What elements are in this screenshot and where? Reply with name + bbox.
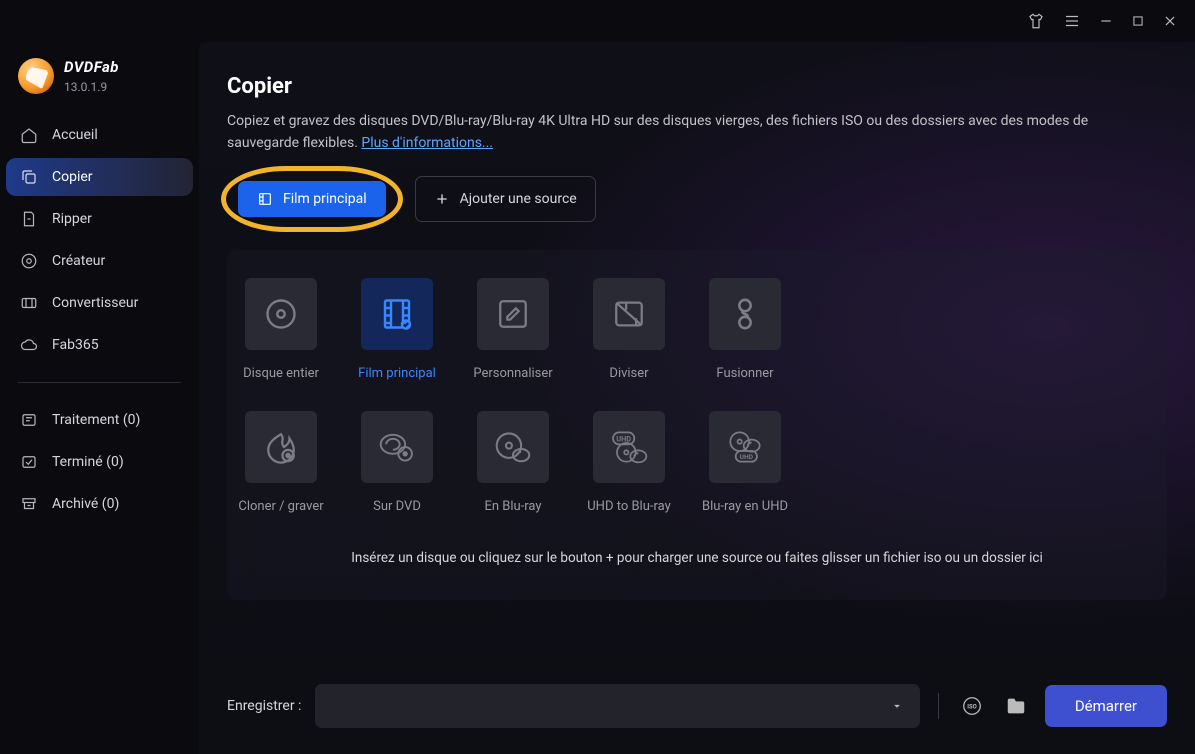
nav-status: Traitement (0) Terminé (0) Archivé (0)	[0, 397, 199, 527]
mode-uhd-to-bluray[interactable]: UHD UHD to Blu-ray	[593, 411, 665, 514]
destination-dropdown[interactable]	[315, 684, 919, 728]
film-principal-button[interactable]: Film principal	[238, 181, 386, 217]
mode-main-movie[interactable]: Film principal	[361, 278, 433, 381]
done-icon	[20, 453, 38, 471]
titlebar	[0, 0, 1195, 42]
page-description: Copiez et gravez des disques DVD/Blu-ray…	[227, 111, 1127, 154]
folder-icon[interactable]	[1001, 691, 1031, 721]
brand-version: 13.0.1.9	[64, 80, 119, 94]
footer: Enregistrer : ISO Démarrer	[199, 666, 1195, 754]
brand-logo-icon	[18, 58, 54, 94]
sidebar-item-label: Accueil	[52, 127, 98, 143]
plus-icon	[434, 191, 450, 207]
brand-name: DVDFab	[64, 58, 119, 76]
drop-hint: Insérez un disque ou cliquez sur le bout…	[245, 550, 1149, 572]
button-label: Film principal	[283, 191, 367, 207]
mode-label: En Blu-ray	[484, 499, 541, 514]
save-label: Enregistrer :	[227, 698, 301, 714]
mode-clone[interactable]: Cloner / graver	[245, 411, 317, 514]
sidebar-item-label: Copier	[52, 169, 93, 185]
merge-icon	[709, 278, 781, 350]
svg-text:ISO: ISO	[967, 703, 977, 710]
sidebar-item-label: Traitement (0)	[52, 412, 140, 428]
mode-label: Sur DVD	[373, 499, 421, 514]
sidebar-item-label: Archivé (0)	[52, 496, 119, 512]
iso-icon[interactable]: ISO	[957, 691, 987, 721]
mode-label: Personnaliser	[473, 366, 552, 381]
sidebar-item-processing[interactable]: Traitement (0)	[6, 401, 193, 439]
film-icon	[257, 191, 273, 207]
bluray-dvd-icon	[361, 411, 433, 483]
mode-split[interactable]: Diviser	[593, 278, 665, 381]
mode-bluray-to-uhd[interactable]: UHD Blu-ray en UHD	[709, 411, 781, 514]
sidebar-item-label: Ripper	[52, 211, 92, 227]
split-icon	[593, 278, 665, 350]
mode-customize[interactable]: Personnaliser	[477, 278, 549, 381]
modes-panel: Disque entier Film principal Personnalis…	[227, 250, 1167, 600]
processing-icon	[20, 411, 38, 429]
bluray-uhd-icon: UHD	[709, 411, 781, 483]
footer-divider	[938, 693, 939, 719]
film-strip-icon	[361, 278, 433, 350]
uhd-bluray-icon: UHD	[593, 411, 665, 483]
sidebar-item-home[interactable]: Accueil	[6, 116, 193, 154]
copy-icon	[20, 168, 38, 186]
maximize-icon[interactable]	[1131, 14, 1145, 28]
minimize-icon[interactable]	[1099, 14, 1113, 28]
sidebar-item-label: Terminé (0)	[52, 454, 124, 470]
creator-icon	[20, 252, 38, 270]
page-title: Copier	[227, 74, 1167, 99]
sidebar-item-label: Convertisseur	[52, 295, 138, 311]
disc-bluray-icon	[477, 411, 549, 483]
brand: DVDFab 13.0.1.9	[0, 48, 199, 112]
archive-icon	[20, 495, 38, 513]
action-row: Film principal Ajouter une source	[221, 176, 1167, 222]
close-icon[interactable]	[1163, 14, 1177, 28]
mode-label: Cloner / graver	[238, 499, 323, 514]
chevron-down-icon	[890, 699, 904, 713]
sidebar-item-done[interactable]: Terminé (0)	[6, 443, 193, 481]
sidebar-item-ripper[interactable]: Ripper	[6, 200, 193, 238]
mode-merge[interactable]: Fusionner	[709, 278, 781, 381]
nav-divider	[18, 382, 181, 383]
sidebar-item-copy[interactable]: Copier	[6, 158, 193, 196]
mode-label: Blu-ray en UHD	[702, 499, 788, 514]
highlight-ring: Film principal	[221, 166, 403, 232]
sidebar-item-fab365[interactable]: Fab365	[6, 326, 193, 364]
sidebar-item-creator[interactable]: Créateur	[6, 242, 193, 280]
cloud-icon	[20, 336, 38, 354]
sidebar-item-converter[interactable]: Convertisseur	[6, 284, 193, 322]
mode-label: UHD to Blu-ray	[587, 499, 671, 514]
mode-label: Diviser	[609, 366, 648, 381]
ripper-icon	[20, 210, 38, 228]
add-source-button[interactable]: Ajouter une source	[415, 176, 596, 222]
svg-text:UHD: UHD	[740, 453, 754, 461]
main: Copier Copiez et gravez des disques DVD/…	[199, 42, 1195, 754]
sidebar-item-archived[interactable]: Archivé (0)	[6, 485, 193, 523]
mode-label: Film principal	[358, 366, 436, 381]
mode-label: Fusionner	[716, 366, 773, 381]
button-label: Ajouter une source	[460, 191, 577, 207]
nav-main: Accueil Copier Ripper Créateur Convertis…	[0, 112, 199, 368]
tshirt-icon[interactable]	[1027, 12, 1045, 30]
mode-full-disc[interactable]: Disque entier	[245, 278, 317, 381]
mode-label: Disque entier	[243, 366, 319, 381]
edit-icon	[477, 278, 549, 350]
home-icon	[20, 126, 38, 144]
mode-to-dvd[interactable]: Sur DVD	[361, 411, 433, 514]
start-button[interactable]: Démarrer	[1045, 685, 1167, 727]
svg-text:UHD: UHD	[616, 435, 631, 444]
burn-icon	[245, 411, 317, 483]
sidebar: DVDFab 13.0.1.9 Accueil Copier Ripper Cr…	[0, 42, 199, 754]
sidebar-item-label: Créateur	[52, 253, 105, 269]
mode-to-bluray[interactable]: En Blu-ray	[477, 411, 549, 514]
more-info-link[interactable]: Plus d'informations...	[361, 135, 493, 151]
sidebar-item-label: Fab365	[52, 337, 99, 353]
disc-icon	[245, 278, 317, 350]
converter-icon	[20, 294, 38, 312]
menu-icon[interactable]	[1063, 12, 1081, 30]
